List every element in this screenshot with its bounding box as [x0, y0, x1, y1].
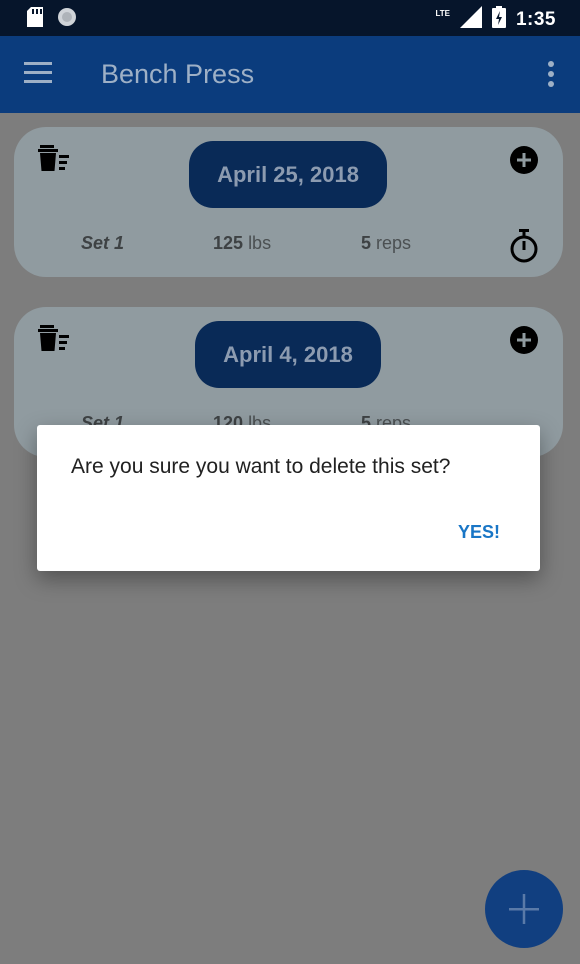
signal-icon	[459, 6, 482, 33]
add-session-button[interactable]	[485, 870, 563, 948]
menu-icon[interactable]	[24, 62, 54, 86]
network-type-label: LTE	[435, 9, 450, 18]
delete-session-icon[interactable]	[38, 145, 72, 173]
delete-confirm-dialog: Are you sure you want to delete this set…	[37, 425, 540, 571]
delete-session-icon[interactable]	[38, 325, 72, 353]
circle-notification-icon	[57, 7, 77, 32]
confirm-delete-button[interactable]: YES!	[458, 522, 500, 543]
timer-icon[interactable]	[509, 229, 539, 263]
set-reps: 5 reps	[361, 233, 411, 254]
set-label: Set 1	[81, 233, 125, 253]
status-bar: LTE 1:35	[0, 0, 580, 36]
session-date-button[interactable]: April 4, 2018	[195, 321, 381, 388]
sd-card-icon	[27, 7, 43, 32]
clock: 1:35	[515, 8, 556, 30]
dialog-message: Are you sure you want to delete this set…	[71, 455, 451, 478]
reps-value: 5	[361, 233, 372, 253]
app-bar: Bench Press	[0, 36, 580, 113]
add-set-icon[interactable]	[509, 145, 539, 175]
weight-value: 125	[213, 233, 244, 253]
session-date-button[interactable]: April 25, 2018	[189, 141, 387, 208]
battery-charging-icon	[491, 6, 506, 33]
set-weight: 125 lbs	[213, 233, 271, 254]
weight-unit: lbs	[248, 233, 272, 253]
plus-icon	[509, 894, 539, 924]
add-set-icon[interactable]	[509, 325, 539, 355]
session-card: April 25, 2018 Set 1 125 lbs 5 reps	[14, 127, 563, 277]
more-vert-icon[interactable]	[546, 60, 560, 90]
page-title: Bench Press	[101, 59, 255, 89]
reps-unit: reps	[376, 233, 412, 253]
